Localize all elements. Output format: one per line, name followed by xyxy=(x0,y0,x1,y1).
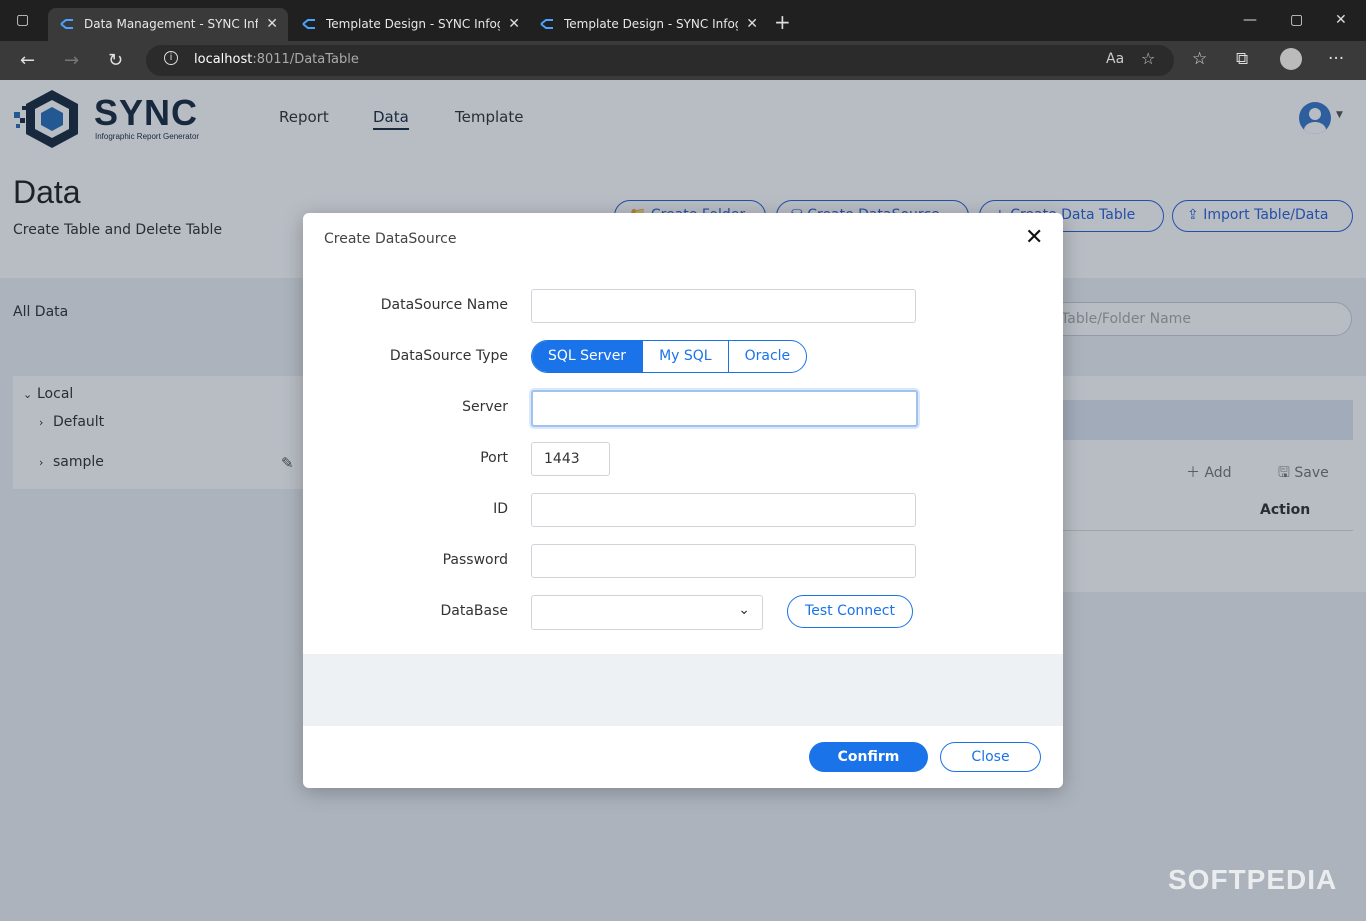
create-datasource-dialog: Create DataSource ✕ DataSource Name Data… xyxy=(303,213,1063,788)
tab-title: Template Design - SYNC Infographic Repor… xyxy=(326,17,500,31)
test-connect-button[interactable]: Test Connect xyxy=(787,595,913,628)
more-icon[interactable]: ··· xyxy=(1328,49,1344,69)
datasource-name-label: DataSource Name xyxy=(380,297,508,313)
datasource-type-label: DataSource Type xyxy=(389,348,508,364)
port-label: Port xyxy=(480,450,508,466)
confirm-button[interactable]: Confirm xyxy=(809,742,928,772)
sync-favicon-icon xyxy=(302,19,315,29)
id-input[interactable] xyxy=(531,493,916,527)
minimize-icon[interactable]: — xyxy=(1243,12,1257,28)
password-input[interactable] xyxy=(531,544,916,578)
id-label: ID xyxy=(493,501,508,517)
close-icon[interactable]: ✕ xyxy=(1025,227,1043,249)
server-input[interactable] xyxy=(531,390,918,427)
type-sql-server[interactable]: SQL Server xyxy=(532,341,644,372)
sync-favicon-icon xyxy=(60,19,73,29)
read-aloud-icon[interactable]: Aa xyxy=(1106,51,1124,67)
close-button[interactable]: Close xyxy=(940,742,1041,772)
type-mysql[interactable]: My SQL xyxy=(643,341,729,372)
tab-actions-icon[interactable]: ▢ xyxy=(16,12,29,28)
address-bar[interactable]: i localhost:8011/DataTable Aa ☆ xyxy=(146,45,1174,76)
forward-icon[interactable]: → xyxy=(64,50,79,71)
window-close-icon[interactable]: ✕ xyxy=(1335,12,1347,28)
chevron-down-icon: ⌄ xyxy=(738,602,750,618)
close-tab-icon[interactable]: ✕ xyxy=(266,16,278,32)
browser-tab-template-design-2[interactable]: Template Design - SYNC Infographic Repor… xyxy=(528,8,768,41)
browser-toolbar: ← → ↻ i localhost:8011/DataTable Aa ☆ ☆ … xyxy=(0,41,1366,80)
tab-title: Template Design - SYNC Infographic Repor… xyxy=(564,17,738,31)
refresh-icon[interactable]: ↻ xyxy=(108,50,123,71)
back-icon[interactable]: ← xyxy=(20,50,35,71)
favorites-icon[interactable]: ☆ xyxy=(1192,49,1207,69)
datasource-name-input[interactable] xyxy=(531,289,916,323)
close-tab-icon[interactable]: ✕ xyxy=(508,16,520,32)
browser-tab-bar: ▢ Data Management - SYNC Infographic Rep… xyxy=(0,0,1366,41)
dialog-title: Create DataSource xyxy=(324,231,457,247)
collections-icon[interactable]: ⧉ xyxy=(1236,49,1248,69)
datasource-type-toggle: SQL Server My SQL Oracle xyxy=(531,340,808,373)
sync-favicon-icon xyxy=(540,19,553,29)
browser-tab-template-design[interactable]: Template Design - SYNC Infographic Repor… xyxy=(290,8,530,41)
database-select[interactable]: ⌄ xyxy=(531,595,763,630)
softpedia-watermark: SOFTPEDIA xyxy=(1168,864,1338,895)
maximize-icon[interactable]: ▢ xyxy=(1290,12,1303,28)
password-label: Password xyxy=(442,552,508,568)
port-input[interactable]: 1443 xyxy=(531,442,610,476)
dialog-message-area xyxy=(303,654,1063,726)
tab-title: Data Management - SYNC Infographic Repor… xyxy=(84,17,258,31)
info-icon[interactable]: i xyxy=(164,51,178,65)
server-label: Server xyxy=(462,399,508,415)
url-text: localhost:8011/DataTable xyxy=(194,52,359,67)
database-label: DataBase xyxy=(440,603,508,619)
browser-tab-data-management[interactable]: Data Management - SYNC Infographic Repor… xyxy=(48,8,288,41)
add-favorite-icon[interactable]: ☆ xyxy=(1141,49,1155,68)
new-tab-icon[interactable]: + xyxy=(774,12,791,32)
type-oracle[interactable]: Oracle xyxy=(729,341,807,372)
browser-profile-icon[interactable] xyxy=(1280,48,1302,70)
close-tab-icon[interactable]: ✕ xyxy=(746,16,758,32)
